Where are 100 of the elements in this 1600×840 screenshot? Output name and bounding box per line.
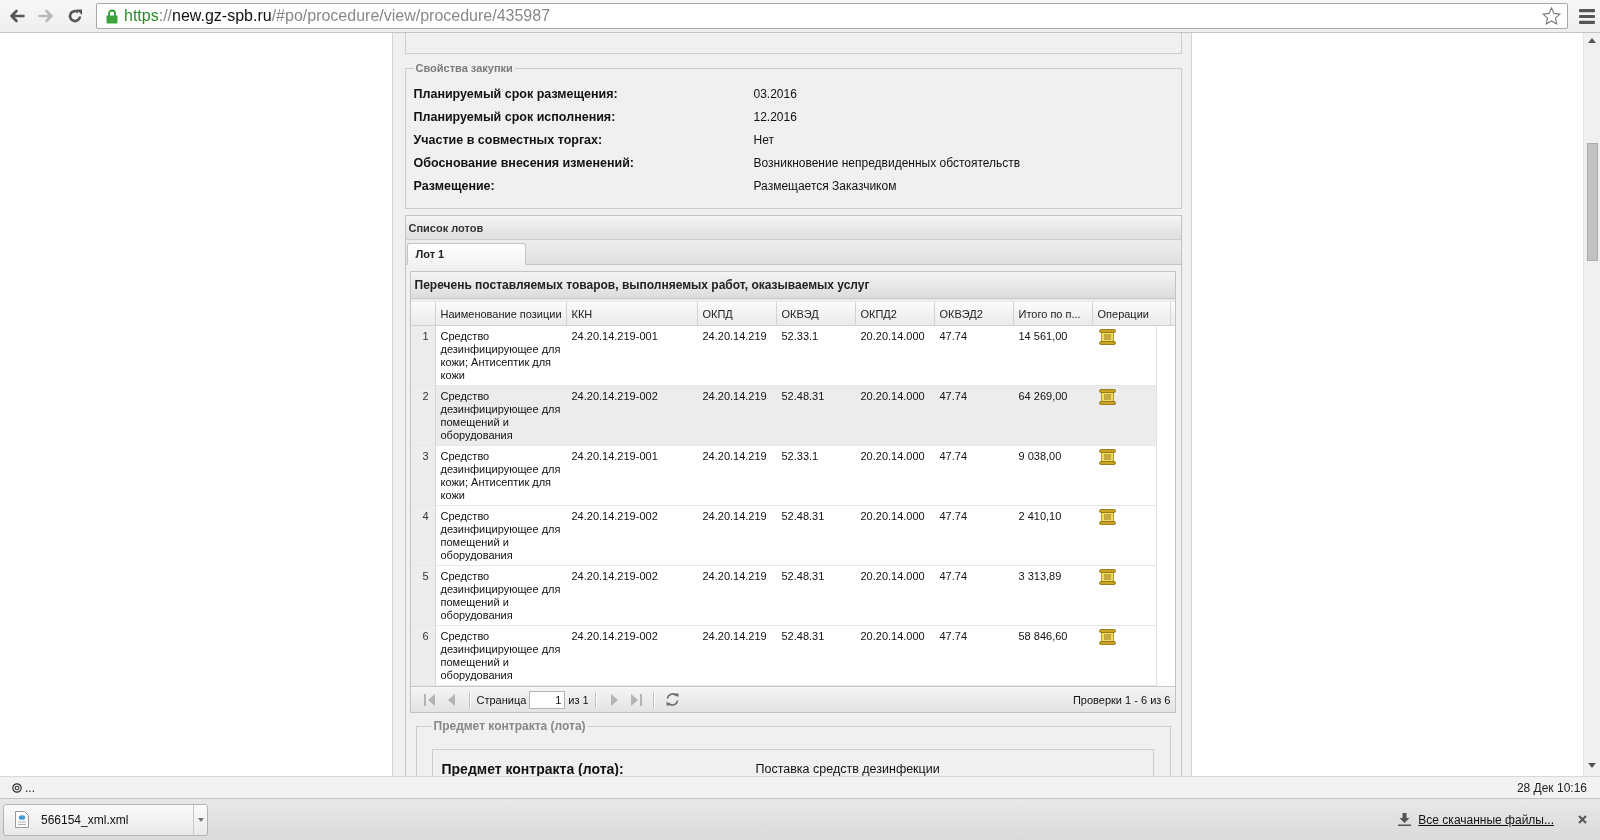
- table-cell-text: 52.48.31: [780, 629, 826, 644]
- address-field[interactable]: https://new.gz-spb.ru/#po/procedure/view/procedure/435987: [96, 3, 1568, 29]
- field-label: Предмет контракта (лота):: [441, 760, 625, 776]
- table-cell-text: 47.74: [938, 629, 969, 644]
- scroll-icon[interactable]: [1098, 449, 1116, 465]
- column-header[interactable]: Операции: [1092, 302, 1171, 325]
- scroll-icon[interactable]: [1098, 629, 1116, 645]
- table-cell-text: 20.20.14.000: [859, 509, 926, 524]
- table-cell-text: Средство дезинфицирующее для помещений и оборудования: [439, 389, 562, 443]
- table-cell-text: 24.20.14.219-002: [570, 569, 659, 584]
- close-icon[interactable]: [1578, 815, 1587, 824]
- download-filename: 566154_xml.xml: [41, 812, 130, 827]
- table-cell-text: 47.74: [938, 329, 969, 344]
- status-clock: 28 Дек 10:16: [1516, 780, 1587, 795]
- row-number: 4: [410, 506, 436, 565]
- fieldset-legend: Предмет контракта (лота): [431, 719, 588, 733]
- table-cell-text: Средство дезинфицирующее для помещений и оборудования: [439, 569, 562, 623]
- field-label: Планируемый срок размещения:: [413, 85, 619, 102]
- table-cell-text: 47.74: [938, 569, 969, 584]
- table-row[interactable]: 5 Средство дезинфицирующее для помещений и оборудования 24.20.14.219-002 24.20.14.219 52.48.31 20.20.14.000 47.74 3 313,89: [410, 566, 1157, 626]
- table-cell-text: 24.20.14.219-002: [570, 509, 659, 524]
- table-cell-text: 24.20.14.219: [701, 629, 768, 644]
- scroll-icon[interactable]: [1098, 389, 1116, 405]
- row-number: 5: [410, 566, 436, 625]
- table-cell-text: 9 038,00: [1017, 449, 1063, 464]
- arrow-down-icon[interactable]: [1588, 763, 1596, 768]
- table-cell-text: 24.20.14.219: [701, 569, 768, 584]
- field-value: Поставка средств дезинфекции: [755, 761, 941, 776]
- reload-icon[interactable]: [67, 8, 83, 24]
- table-cell-text: 52.48.31: [780, 389, 826, 404]
- table-row[interactable]: 3 Средство дезинфицирующее для кожи; Антисептик для кожи 24.20.14.219-001 24.20.14.219 52.33.1 20.20.14.000 47.74 9 038,00: [410, 446, 1157, 506]
- lock-icon: [106, 8, 118, 24]
- field-value: Возникновение непредвиденных обстоятельств: [753, 154, 1022, 171]
- field-value: Нет: [753, 131, 775, 148]
- table-row[interactable]: 2 Средство дезинфицирующее для помещений и оборудования 24.20.14.219-002 24.20.14.219 52.48.31 20.20.14.000 47.74 64 269,00: [410, 386, 1157, 446]
- pager-summary: Проверки 1 - 6 из 6: [1072, 693, 1171, 706]
- arrow-up-icon[interactable]: [1588, 38, 1596, 43]
- caret-icon: [197, 817, 204, 822]
- column-header[interactable]: Итого по п...: [1013, 302, 1093, 325]
- table-cell-text: 24.20.14.219-002: [570, 389, 659, 404]
- star-icon[interactable]: [1542, 7, 1561, 25]
- table-cell-text: 52.33.1: [780, 449, 820, 464]
- download-icon: [1398, 813, 1412, 826]
- table-cell-text: 47.74: [938, 449, 969, 464]
- menu-icon[interactable]: [1579, 8, 1595, 24]
- ring-icon: [12, 782, 22, 793]
- table-cell-text: 20.20.14.000: [859, 329, 926, 344]
- row-number: 3: [410, 446, 436, 505]
- table-cell-text: 64 269,00: [1017, 389, 1069, 404]
- table-cell-text: Средство дезинфицирующее для помещений и оборудования: [439, 509, 562, 563]
- table-cell-text: 24.20.14.219: [701, 329, 768, 344]
- refresh-icon[interactable]: [664, 692, 680, 707]
- table-cell-text: 14 561,00: [1017, 329, 1069, 344]
- pager-label: Страница: [476, 693, 527, 706]
- scroll-icon[interactable]: [1098, 509, 1116, 525]
- field-value: 12.2016: [753, 108, 798, 125]
- table-cell-text: 52.48.31: [780, 569, 826, 584]
- table-cell-text: 52.48.31: [780, 509, 826, 524]
- column-header[interactable]: ККН: [566, 302, 698, 325]
- table-cell-text: 20.20.14.000: [859, 569, 926, 584]
- download-menu-button[interactable]: [193, 804, 207, 835]
- field-label: Участие в совместных торгах:: [413, 131, 604, 148]
- grid-title: Перечень поставляемых товаров, выполняемых работ, оказываемых услуг: [410, 272, 1175, 299]
- table-row[interactable]: 6 Средство дезинфицирующее для помещений и оборудования 24.20.14.219-002 24.20.14.219 52.48.31 20.20.14.000 47.74 58 846,60: [410, 626, 1157, 686]
- field-label: Планируемый срок исполнения:: [413, 108, 617, 125]
- field-label: Обоснование внесения изменений:: [413, 154, 635, 171]
- table-row[interactable]: 1 Средство дезинфицирующее для кожи; Антисептик для кожи 24.20.14.219-001 24.20.14.219 52.33.1 20.20.14.000 47.74 14 561,00: [410, 326, 1157, 386]
- table-cell-text: 47.74: [938, 389, 969, 404]
- table-row[interactable]: 4 Средство дезинфицирующее для помещений и оборудования 24.20.14.219-002 24.20.14.219 52.48.31 20.20.14.000 47.74 2 410,10: [410, 506, 1157, 566]
- url-text: https://new.gz-spb.ru/#po/procedure/view/procedure/435987: [124, 6, 552, 26]
- scrollbar-thumb[interactable]: [1586, 143, 1598, 261]
- table-cell-text: 24.20.14.219: [701, 449, 768, 464]
- table-cell-text: 52.33.1: [780, 329, 820, 344]
- show-all-downloads-link[interactable]: Все скачанные файлы...: [1418, 812, 1554, 827]
- column-header[interactable]: ОКВЭД2: [934, 302, 1014, 325]
- download-item[interactable]: 566154_xml.xml: [3, 803, 208, 836]
- arrow-left-icon[interactable]: [9, 9, 25, 23]
- table-cell-text: 2 410,10: [1017, 509, 1063, 524]
- page-count: из 1: [568, 693, 589, 706]
- scroll-icon[interactable]: [1098, 569, 1116, 585]
- table-cell-text: 47.74: [938, 509, 969, 524]
- page-input[interactable]: 1: [529, 690, 566, 709]
- row-number: 6: [410, 626, 436, 685]
- table-cell-text: 20.20.14.000: [859, 629, 926, 644]
- document-icon: [15, 811, 29, 828]
- table-cell-text: Средство дезинфицирующее для кожи; Антисептик для кожи: [439, 329, 562, 383]
- tab[interactable]: Лот 1: [406, 243, 526, 265]
- column-header[interactable]: ОКПД2: [855, 302, 935, 325]
- column-header[interactable]: ОКВЭД: [776, 302, 856, 325]
- table-cell-text: 3 313,89: [1017, 569, 1063, 584]
- column-header[interactable]: ОКПД: [697, 302, 777, 325]
- scroll-icon[interactable]: [1098, 329, 1116, 345]
- status-text: ...: [25, 780, 35, 795]
- fieldset-legend: Свойства закупки: [413, 62, 515, 75]
- field-value: Размещается Заказчиком: [753, 177, 898, 194]
- table-cell-text: Средство дезинфицирующее для помещений и оборудования: [439, 629, 562, 683]
- field-value: 03.2016: [753, 85, 798, 102]
- column-header[interactable]: Наименование позиции: [435, 302, 567, 325]
- table-cell-text: 24.20.14.219-001: [570, 329, 659, 344]
- table-cell-text: 20.20.14.000: [859, 389, 926, 404]
